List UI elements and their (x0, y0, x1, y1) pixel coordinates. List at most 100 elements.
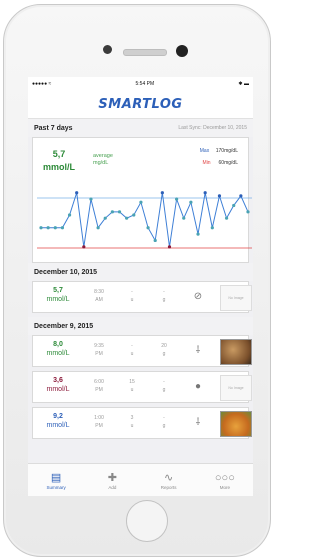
app-header: SMARTLOG (28, 90, 253, 119)
data-point (167, 245, 172, 249)
meal-photo[interactable]: No Image (220, 375, 252, 401)
min-value: 60mg/dL (218, 160, 238, 166)
reading-number: 3,6 (53, 377, 63, 384)
data-point (46, 226, 50, 230)
time-ampm: AM (95, 297, 103, 303)
min-key: Min (202, 160, 211, 166)
summary-header: Past 7 days Last Sync: December 10, 2015 (28, 119, 253, 137)
data-point (53, 226, 57, 230)
snack-icon: ⸸ (195, 345, 201, 356)
insulin-units: 15 u (125, 378, 139, 394)
data-point (117, 210, 122, 214)
glucose-line (41, 192, 249, 247)
insulin-units: -u (125, 342, 139, 358)
time-ampm: PM (95, 351, 103, 357)
data-point (60, 226, 65, 230)
data-point (182, 216, 186, 220)
insulin-units: 3u (125, 414, 139, 430)
no-meal-icon: ⊘ (193, 291, 203, 302)
tab-more[interactable]: ○○○ More (197, 464, 253, 496)
reading-time: 9:35 PM (85, 342, 113, 358)
insulin-value: - (131, 343, 133, 349)
insulin-value: 3 (130, 415, 134, 421)
day-header: December 9, 2015 (28, 317, 253, 335)
status-bar: ●●●●● ≈ 5:54 PM ✱ ▬ (28, 77, 253, 90)
tab-add[interactable]: ✚ Add (84, 464, 140, 496)
time-value: 1:00 (94, 415, 104, 421)
meal-photo[interactable] (220, 411, 252, 437)
max-value: 170mg/dL (215, 148, 238, 154)
data-point (246, 210, 250, 214)
data-point (103, 216, 107, 220)
data-point (189, 200, 193, 204)
app-logo: SMARTLOG (98, 96, 183, 112)
reading-row[interactable]: 9,2 mmol/L 1:00 PM 3 u - g ⸸ (32, 407, 252, 439)
average-subtext: mg/dL (93, 160, 109, 166)
meal-photo[interactable]: No Image (220, 285, 252, 311)
reports-icon: ∿ (164, 471, 174, 484)
data-point (67, 213, 72, 217)
data-point (175, 197, 179, 201)
insulin-unit: u (130, 423, 134, 429)
insulin-value: 15 (129, 379, 135, 385)
average-number: 5,7 (52, 149, 66, 159)
carbs-value: - (163, 379, 165, 385)
meal-photo[interactable] (220, 339, 252, 365)
reading-value: 5,7 mmol/L (39, 286, 77, 304)
insulin-unit: u (130, 351, 134, 357)
clipboard-icon: ▤ (50, 471, 62, 484)
reading-unit: mmol/L (46, 296, 70, 303)
reading-time: 8:30 AM (85, 288, 113, 304)
data-point (139, 200, 143, 204)
tab-label: More (219, 484, 230, 490)
day-list: December 10, 2015 5,7 mmol/L 8:30 AM - u - g ⊘ No … (28, 263, 253, 439)
carbs-grams: -g (157, 288, 171, 304)
data-point (39, 226, 43, 230)
reading-row[interactable]: 3,6 mmol/L 6:00 PM 15 u - g ● No Image (32, 371, 252, 403)
reading-row[interactable]: 5,7 mmol/L 8:30 AM - u - g ⊘ No Image (32, 281, 252, 313)
data-point (196, 232, 200, 236)
average-label: average mg/dL (93, 153, 113, 167)
reading-value: 3,6 mmol/L (39, 376, 77, 394)
trend-chart (37, 191, 252, 249)
reading-unit: mmol/L (46, 350, 70, 357)
insulin-value: - (131, 289, 133, 295)
carbs-value: 20 (161, 343, 167, 349)
status-time: 5:54 PM (135, 80, 155, 87)
data-point (89, 197, 93, 201)
data-point (75, 191, 79, 195)
reading-number: 9,2 (53, 413, 63, 420)
home-button[interactable] (126, 500, 168, 542)
speaker (123, 49, 167, 56)
tab-bar: ▤ Summary ✚ Add ∿ Reports ○○○ More (28, 463, 253, 496)
summary-card[interactable]: 5,7 mmol/L average mg/dL Max 170mg/dL Min… (32, 137, 252, 263)
carbs-grams: -g (157, 378, 171, 394)
time-ampm: PM (95, 423, 103, 429)
period-title: Past 7 days (34, 124, 73, 132)
reading-value: 8,0 mmol/L (39, 340, 77, 358)
carbs-grams: -g (157, 414, 171, 430)
tab-summary[interactable]: ▤ Summary (28, 464, 84, 496)
data-point (125, 216, 129, 220)
tab-label: Summary (46, 484, 66, 490)
reading-unit: mmol/L (46, 386, 70, 393)
carbs-unit: g (162, 297, 166, 303)
data-point (160, 191, 164, 195)
data-point (210, 226, 214, 230)
tab-reports[interactable]: ∿ Reports (141, 464, 197, 496)
reading-row[interactable]: 8,0 mmol/L 9:35 PM - u 20 g ⸸ (32, 335, 252, 367)
time-value: 6:00 (94, 379, 104, 385)
reading-number: 5,7 (53, 287, 63, 294)
insulin-unit: u (130, 387, 134, 393)
phone-frame: ●●●●● ≈ 5:54 PM ✱ ▬ SMARTLOG Past 7 days… (3, 4, 271, 557)
battery-icon: ✱ ▬ (238, 80, 249, 87)
data-point (110, 210, 114, 214)
reading-value: 9,2 mmol/L (39, 412, 77, 430)
screen: ●●●●● ≈ 5:54 PM ✱ ▬ SMARTLOG Past 7 days… (28, 77, 253, 496)
data-point (239, 194, 243, 198)
reading-number: 8,0 (53, 341, 63, 348)
insulin-units: -u (125, 288, 139, 304)
average-text: average (93, 153, 113, 159)
data-point (224, 216, 229, 220)
front-sensor (176, 45, 188, 57)
